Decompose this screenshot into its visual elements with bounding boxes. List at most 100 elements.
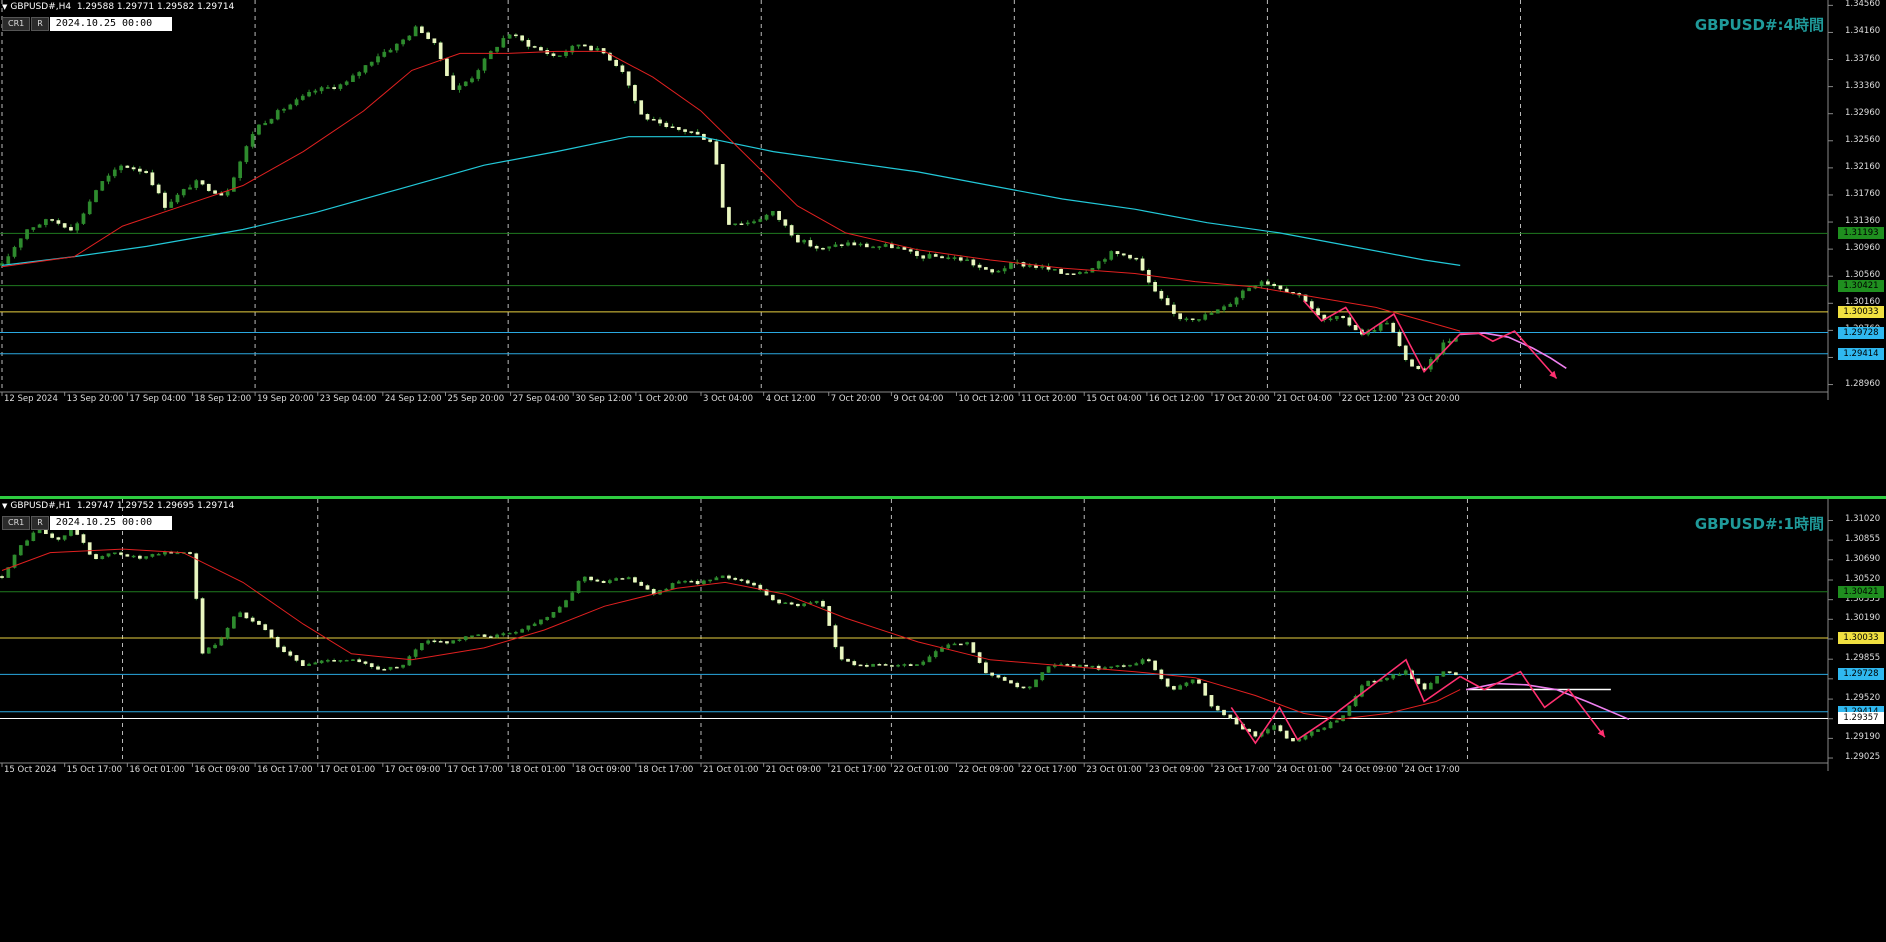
collapse-triangle-icon[interactable]: ▼	[2, 3, 7, 11]
x-tick-label: 22 Oct 12:00	[1341, 394, 1398, 404]
candle-body	[789, 602, 794, 605]
candle-body	[789, 225, 794, 236]
candle-body	[313, 90, 318, 93]
h1-header: ▼ GBPUSD#,H1 1.29747 1.29752 1.29695 1.29…	[2, 501, 234, 511]
candle-body	[194, 553, 199, 599]
candle-body	[1209, 312, 1214, 315]
x-tick-label: 18 Oct 09:00	[575, 765, 631, 775]
candle-body	[1065, 664, 1070, 666]
candle-body	[952, 257, 957, 259]
candle-body	[714, 141, 719, 165]
candle-body	[833, 244, 838, 247]
candle-body	[764, 214, 769, 220]
candle-body	[163, 192, 167, 208]
price-label: 1.30033	[1838, 632, 1884, 644]
candle-body	[626, 577, 631, 580]
candle-body	[871, 246, 875, 249]
r-button[interactable]: R	[31, 17, 49, 31]
candle-body	[1428, 683, 1433, 690]
candle-body	[50, 533, 54, 538]
candle-body	[18, 545, 23, 556]
candle-body	[369, 663, 374, 667]
candle-body	[545, 617, 550, 621]
candle-body	[1146, 659, 1151, 662]
candle-body	[6, 256, 11, 264]
candle-body	[733, 577, 738, 580]
candle-body	[332, 87, 336, 89]
candle-body	[470, 635, 474, 638]
ma-cyan-line	[1, 136, 1461, 266]
h4-header: ▼ GBPUSD#,H4 1.29588 1.29771 1.29582 1.29…	[2, 2, 234, 12]
candle-body	[1222, 306, 1226, 310]
candle-body	[626, 71, 631, 86]
cr1-button[interactable]: CR1	[2, 17, 31, 31]
x-tick-label: 18 Sep 12:00	[194, 394, 252, 404]
h1-symbol: GBPUSD#,H1	[10, 501, 72, 511]
candle-body	[645, 585, 650, 590]
candle-body	[37, 224, 42, 228]
candle-body	[520, 35, 524, 41]
candle-body	[1090, 665, 1095, 668]
candle-body	[858, 243, 863, 246]
candle-body	[1121, 253, 1126, 256]
date-field[interactable]: 2024.10.25 00:00	[49, 516, 172, 530]
candle-body	[1454, 672, 1458, 676]
x-tick-label: 21 Oct 09:00	[765, 765, 822, 775]
candle-body	[1059, 269, 1063, 274]
candle-body	[658, 119, 662, 124]
x-tick-label: 24 Oct 01:00	[1276, 765, 1333, 775]
candle-body	[821, 600, 825, 607]
candle-body	[633, 577, 637, 583]
candle-body	[683, 129, 687, 132]
collapse-triangle-icon[interactable]: ▼	[2, 502, 7, 510]
h1-chart-pane[interactable]: ▼ GBPUSD#,H1 1.29747 1.29752 1.29695 1.29…	[0, 496, 1886, 942]
candle-body	[827, 606, 832, 626]
candle-body	[1103, 259, 1107, 262]
candle-body	[1385, 322, 1389, 325]
candle-body	[112, 552, 117, 554]
x-tick-label: 16 Oct 09:00	[194, 765, 250, 775]
candle-body	[839, 646, 844, 660]
candle-body	[1128, 254, 1132, 259]
candle-body	[56, 537, 61, 540]
candle-body	[131, 167, 136, 170]
x-tick-label: 9 Oct 04:00	[893, 394, 944, 404]
candle-body	[432, 640, 437, 643]
price-label: 1.31193	[1838, 227, 1884, 240]
candle-body	[112, 169, 117, 177]
candle-body	[689, 131, 694, 133]
candle-body	[1272, 725, 1277, 730]
candle-body	[739, 223, 744, 225]
candle-body	[890, 244, 894, 249]
candle-body	[420, 26, 424, 34]
h4-chart-pane[interactable]: ▼ GBPUSD#,H4 1.29588 1.29771 1.29582 1.29…	[0, 0, 1886, 496]
candle-body	[814, 245, 819, 249]
candle-body	[12, 247, 17, 257]
candle-body	[1096, 261, 1101, 269]
y-tick-label: 1.30855	[1845, 534, 1881, 545]
candle-body	[1115, 665, 1120, 667]
candle-body	[1027, 686, 1032, 689]
candle-body	[144, 556, 148, 559]
candle-body	[720, 164, 725, 208]
candle-body	[695, 131, 700, 135]
candle-body	[1353, 325, 1358, 331]
candle-body	[752, 221, 756, 224]
candle-body	[62, 223, 67, 228]
candle-body	[445, 641, 449, 644]
r-button[interactable]: R	[31, 516, 49, 530]
date-field[interactable]: 2024.10.25 00:00	[49, 17, 172, 31]
candle-body	[990, 269, 995, 273]
candle-body	[44, 219, 48, 225]
candle-body	[883, 664, 888, 666]
candle-body	[426, 640, 430, 644]
x-tick-label: 23 Oct 09:00	[1148, 765, 1205, 775]
candle-body	[1002, 268, 1007, 272]
cr1-button[interactable]: CR1	[2, 516, 31, 530]
candle-body	[200, 180, 205, 185]
x-tick-label: 15 Oct 17:00	[66, 765, 123, 775]
candle-body	[933, 254, 938, 257]
candle-body	[996, 675, 1001, 678]
x-tick-label: 21 Oct 01:00	[702, 765, 759, 775]
candle-body	[25, 540, 29, 546]
